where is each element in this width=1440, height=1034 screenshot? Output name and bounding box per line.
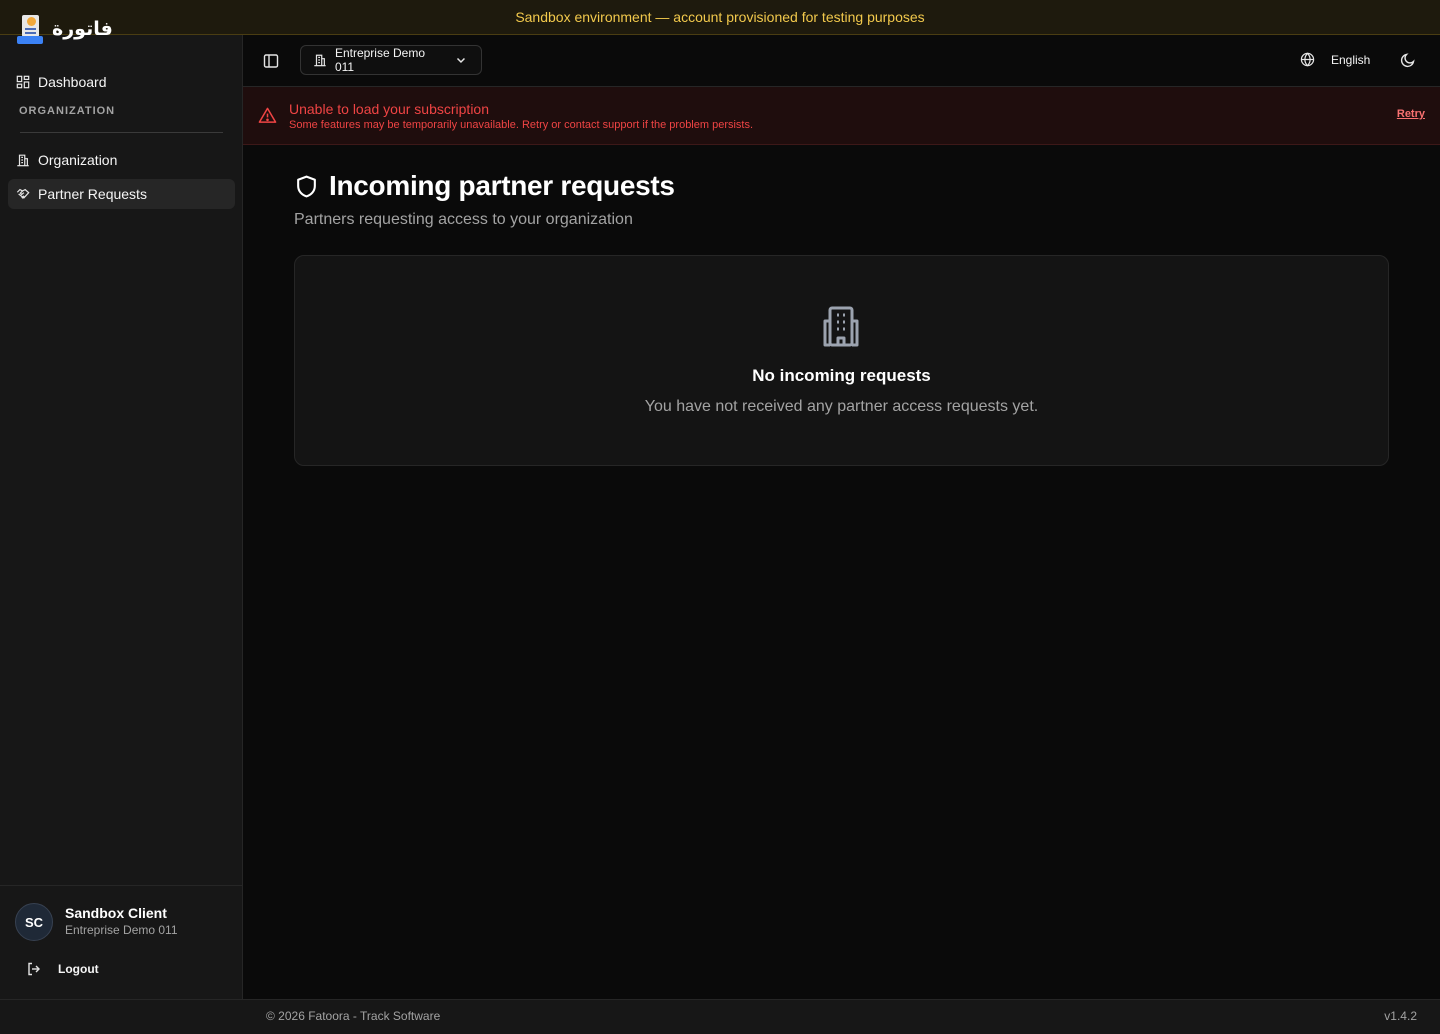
sandbox-banner: Sandbox environment — account provisione… (0, 0, 1440, 35)
logout-icon (28, 962, 40, 976)
building-icon (823, 306, 859, 347)
building-icon (314, 54, 326, 67)
sidebar-item-label: Dashboard (38, 74, 107, 90)
alert-title: Unable to load your subscription (289, 101, 490, 117)
app-root: Dashboard ORGANIZATION Organization Part… (0, 0, 1440, 1034)
globe-icon (1300, 52, 1315, 67)
sidebar-toggle-icon[interactable] (263, 53, 279, 69)
user-organization: Entreprise Demo 011 (65, 923, 178, 937)
retry-button[interactable]: Retry (1397, 108, 1425, 120)
footer: © 2026 Fatoora - Track Software v1.4.2 (0, 999, 1440, 1034)
page-subtitle: Partners requesting access to your organ… (294, 211, 633, 228)
sidebar-item-dashboard[interactable]: Dashboard (8, 67, 235, 97)
language-label: English (1331, 52, 1371, 67)
top-header: Entreprise Demo 011 English (243, 35, 1440, 87)
dashboard-grid-icon (16, 75, 30, 89)
footer-version: v1.4.2 (1384, 1009, 1417, 1023)
logout-button[interactable]: Logout (26, 961, 99, 977)
language-switcher[interactable]: English (1300, 52, 1370, 67)
alert-description: Some features may be temporarily unavail… (289, 119, 754, 131)
avatar[interactable]: SC (15, 903, 53, 941)
empty-state-description: You have not received any partner access… (644, 398, 1039, 415)
sidebar-item-label: Partner Requests (38, 186, 147, 202)
sidebar-section-label: ORGANIZATION (19, 105, 116, 117)
shield-icon (297, 175, 316, 197)
moon-icon[interactable] (1400, 52, 1416, 68)
user-panel: SC Sandbox Client Entreprise Demo 011 Lo… (0, 885, 242, 999)
empty-state-title: No incoming requests (752, 366, 931, 385)
warning-triangle-icon (258, 107, 277, 123)
logo-text: فاتورة (52, 18, 113, 40)
chevron-down-icon (457, 57, 466, 64)
app-logo[interactable]: فاتورة (16, 14, 113, 44)
page-title-text: Incoming partner requests (329, 170, 675, 201)
logout-label: Logout (58, 962, 99, 976)
sidebar-item-label: Organization (38, 152, 118, 168)
empty-state-card: No incoming requests You have not receiv… (294, 255, 1389, 466)
sidebar-item-partner-requests[interactable]: Partner Requests (8, 179, 235, 209)
organization-switcher-label: Entreprise Demo 011 (334, 46, 425, 74)
sidebar-divider (20, 132, 223, 133)
subscription-error-alert: Unable to load your subscription Some fe… (243, 87, 1440, 145)
building-icon (17, 154, 29, 167)
page-title: Incoming partner requests (294, 170, 675, 202)
sidebar-nav: Dashboard ORGANIZATION Organization Part… (8, 67, 235, 209)
footer-copyright: © 2026 Fatoora - Track Software (266, 1009, 441, 1023)
organization-switcher[interactable]: Entreprise Demo 011 (300, 45, 482, 75)
sidebar-item-organization[interactable]: Organization (8, 145, 235, 175)
logo-icon (16, 14, 44, 44)
sidebar: Dashboard ORGANIZATION Organization Part… (0, 0, 243, 999)
handshake-icon (16, 188, 30, 199)
user-name: Sandbox Client (65, 905, 167, 921)
